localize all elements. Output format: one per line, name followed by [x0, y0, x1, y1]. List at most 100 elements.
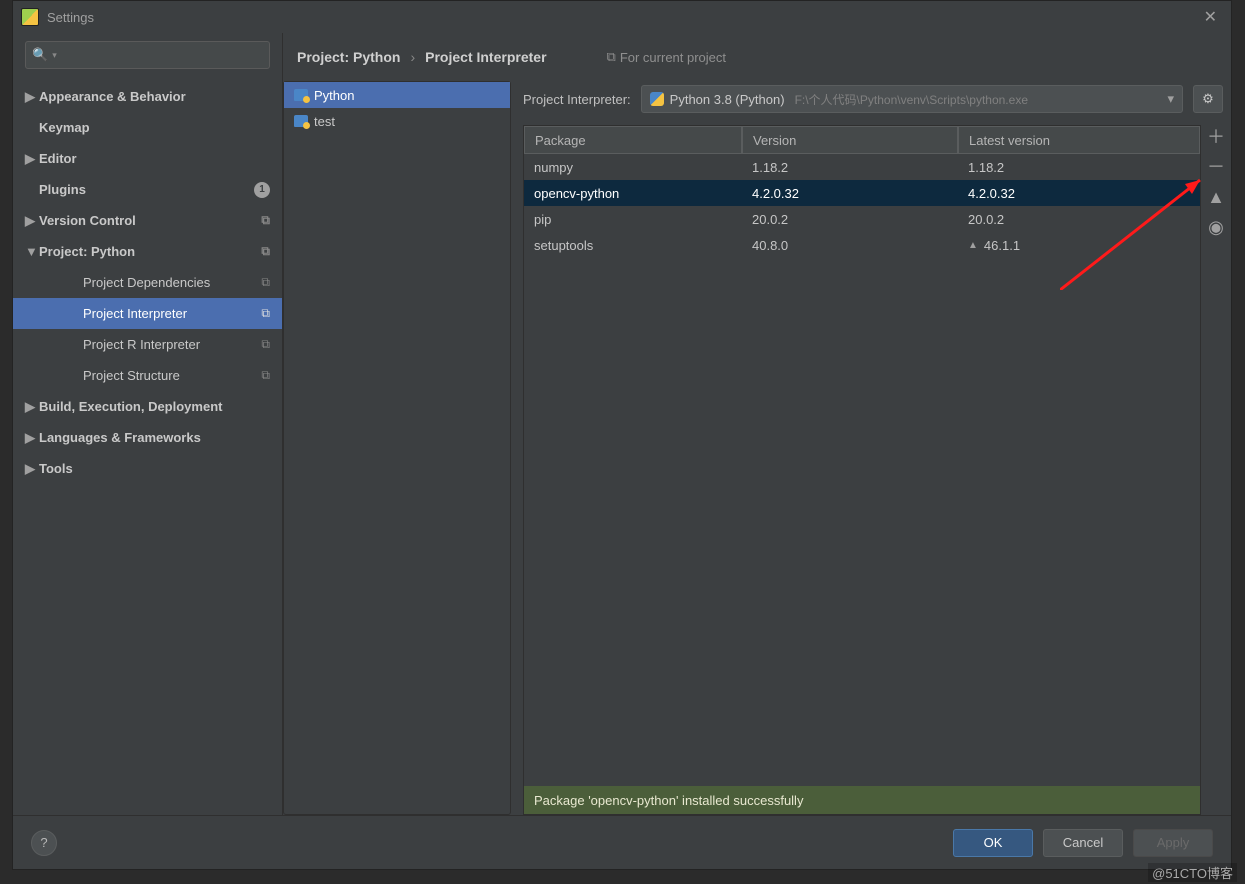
sidebar-item-label: Project R Interpreter [83, 337, 261, 352]
cell-package: pip [524, 212, 742, 227]
interpreter-path: F:\个人代码\Python\venv\Scripts\python.exe [795, 91, 1028, 108]
table-row[interactable]: setuptools40.8.0▲46.1.1 [524, 232, 1200, 258]
breadcrumb-root[interactable]: Project: Python [297, 49, 400, 65]
dialog-footer: ? OK Cancel Apply [13, 815, 1231, 869]
titlebar: Settings ✕ [13, 1, 1231, 33]
expand-icon: ▶ [25, 89, 39, 105]
expand-icon: ▶ [25, 461, 39, 477]
project-item-label: Python [314, 88, 354, 103]
chevron-down-icon: ▾ [52, 50, 57, 61]
expand-icon: ▶ [25, 399, 39, 415]
sidebar-item-label: Editor [39, 151, 270, 166]
project-item-test[interactable]: test [284, 108, 510, 134]
sidebar-item-build-execution-deployment[interactable]: ▶Build, Execution, Deployment [13, 391, 282, 422]
sidebar-item-project-r-interpreter[interactable]: Project R Interpreter⧉ [13, 329, 282, 360]
interpreter-panel: Project Interpreter: Python 3.8 (Python)… [523, 81, 1231, 815]
copy-icon: ⧉ [261, 306, 270, 321]
cell-latest: 1.18.2 [958, 160, 1200, 175]
copy-icon: ⧉ [261, 368, 270, 383]
interpreter-name: Python 3.8 (Python) [670, 92, 785, 107]
sidebar-item-label: Keymap [39, 120, 270, 135]
expand-icon: ▶ [25, 151, 39, 167]
update-badge: 1 [254, 182, 270, 198]
project-item-python[interactable]: Python [284, 82, 510, 108]
sidebar-item-label: Tools [39, 461, 270, 476]
sidebar-item-project-structure[interactable]: Project Structure⧉ [13, 360, 282, 391]
upgrade-available-icon: ▲ [968, 240, 978, 251]
folder-icon [294, 89, 308, 101]
cell-version: 1.18.2 [742, 160, 958, 175]
packages-table: Package Version Latest version numpy1.18… [523, 125, 1201, 815]
python-icon [650, 92, 664, 106]
settings-sidebar: 🔍 ▾ ▶Appearance & BehaviorKeymap▶EditorP… [13, 33, 283, 815]
apply-button[interactable]: Apply [1133, 829, 1213, 857]
remove-package-button[interactable]: － [1207, 157, 1225, 177]
add-package-button[interactable]: ＋ [1207, 127, 1225, 147]
ok-button[interactable]: OK [953, 829, 1033, 857]
chevron-down-icon: ▾ [1167, 91, 1174, 107]
cell-version: 20.0.2 [742, 212, 958, 227]
breadcrumb: Project: Python › Project Interpreter ⧉ … [283, 33, 1231, 81]
app-icon [21, 8, 39, 26]
content-panel: Project: Python › Project Interpreter ⧉ … [283, 33, 1231, 815]
sidebar-item-label: Languages & Frameworks [39, 430, 270, 445]
sidebar-item-version-control[interactable]: ▶Version Control⧉ [13, 205, 282, 236]
copy-icon: ⧉ [261, 213, 270, 228]
project-tree: Python test [283, 81, 511, 815]
cell-version: 4.2.0.32 [742, 186, 958, 201]
sidebar-item-label: Project Interpreter [83, 306, 261, 321]
interpreter-settings-button[interactable]: ⚙ [1193, 85, 1223, 113]
sidebar-item-label: Build, Execution, Deployment [39, 399, 270, 414]
cell-package: opencv-python [524, 186, 742, 201]
sidebar-item-keymap[interactable]: Keymap [13, 112, 282, 143]
scope-hint: ⧉ For current project [607, 49, 727, 65]
expand-icon: ▶ [25, 430, 39, 446]
settings-tree: ▶Appearance & BehaviorKeymap▶EditorPlugi… [13, 77, 282, 815]
upgrade-package-button[interactable]: ▲ [1207, 187, 1225, 207]
watermark: @51CTO博客 [1148, 863, 1237, 882]
sidebar-item-label: Version Control [39, 213, 261, 228]
interpreter-label: Project Interpreter: [523, 92, 631, 107]
cell-latest: 20.0.2 [958, 212, 1200, 227]
cell-latest: ▲46.1.1 [958, 238, 1200, 253]
project-item-label: test [314, 114, 335, 129]
close-icon[interactable]: ✕ [1198, 5, 1223, 29]
table-header: Package Version Latest version [524, 126, 1200, 154]
sidebar-item-editor[interactable]: ▶Editor [13, 143, 282, 174]
col-package[interactable]: Package [524, 126, 742, 154]
sidebar-item-appearance-behavior[interactable]: ▶Appearance & Behavior [13, 81, 282, 112]
sidebar-item-tools[interactable]: ▶Tools [13, 453, 282, 484]
cell-package: setuptools [524, 238, 742, 253]
sidebar-item-project-interpreter[interactable]: Project Interpreter⧉ [13, 298, 282, 329]
sidebar-item-label: Project Structure [83, 368, 261, 383]
sidebar-item-label: Project: Python [39, 244, 261, 259]
expand-icon: ▶ [25, 213, 39, 229]
col-latest[interactable]: Latest version [958, 126, 1200, 154]
copy-icon: ⧉ [261, 275, 270, 290]
window-title: Settings [47, 10, 94, 25]
sidebar-item-label: Appearance & Behavior [39, 89, 270, 104]
cancel-button[interactable]: Cancel [1043, 829, 1123, 857]
settings-dialog: Settings ✕ 🔍 ▾ ▶Appearance & BehaviorKey… [12, 0, 1232, 870]
breadcrumb-leaf: Project Interpreter [425, 49, 546, 65]
help-button[interactable]: ? [31, 830, 57, 856]
table-row[interactable]: pip20.0.220.0.2 [524, 206, 1200, 232]
interpreter-dropdown[interactable]: Python 3.8 (Python) F:\个人代码\Python\venv\… [641, 85, 1183, 113]
status-bar: Package 'opencv-python' installed succes… [524, 786, 1200, 814]
copy-icon: ⧉ [261, 244, 270, 259]
search-icon: 🔍 [32, 47, 48, 63]
package-tools: ＋ － ▲ ◉ [1201, 125, 1231, 815]
sidebar-item-project-python[interactable]: ▼Project: Python⧉ [13, 236, 282, 267]
gear-icon: ⚙ [1202, 91, 1214, 107]
expand-icon: ▼ [25, 244, 39, 259]
sidebar-item-languages-frameworks[interactable]: ▶Languages & Frameworks [13, 422, 282, 453]
search-input[interactable]: 🔍 ▾ [25, 41, 270, 69]
table-row[interactable]: numpy1.18.21.18.2 [524, 154, 1200, 180]
sidebar-item-project-dependencies[interactable]: Project Dependencies⧉ [13, 267, 282, 298]
cell-latest: 4.2.0.32 [958, 186, 1200, 201]
col-version[interactable]: Version [742, 126, 958, 154]
sidebar-item-plugins[interactable]: Plugins1 [13, 174, 282, 205]
table-row[interactable]: opencv-python4.2.0.324.2.0.32 [524, 180, 1200, 206]
copy-icon: ⧉ [607, 49, 616, 65]
show-early-releases-button[interactable]: ◉ [1208, 217, 1224, 237]
